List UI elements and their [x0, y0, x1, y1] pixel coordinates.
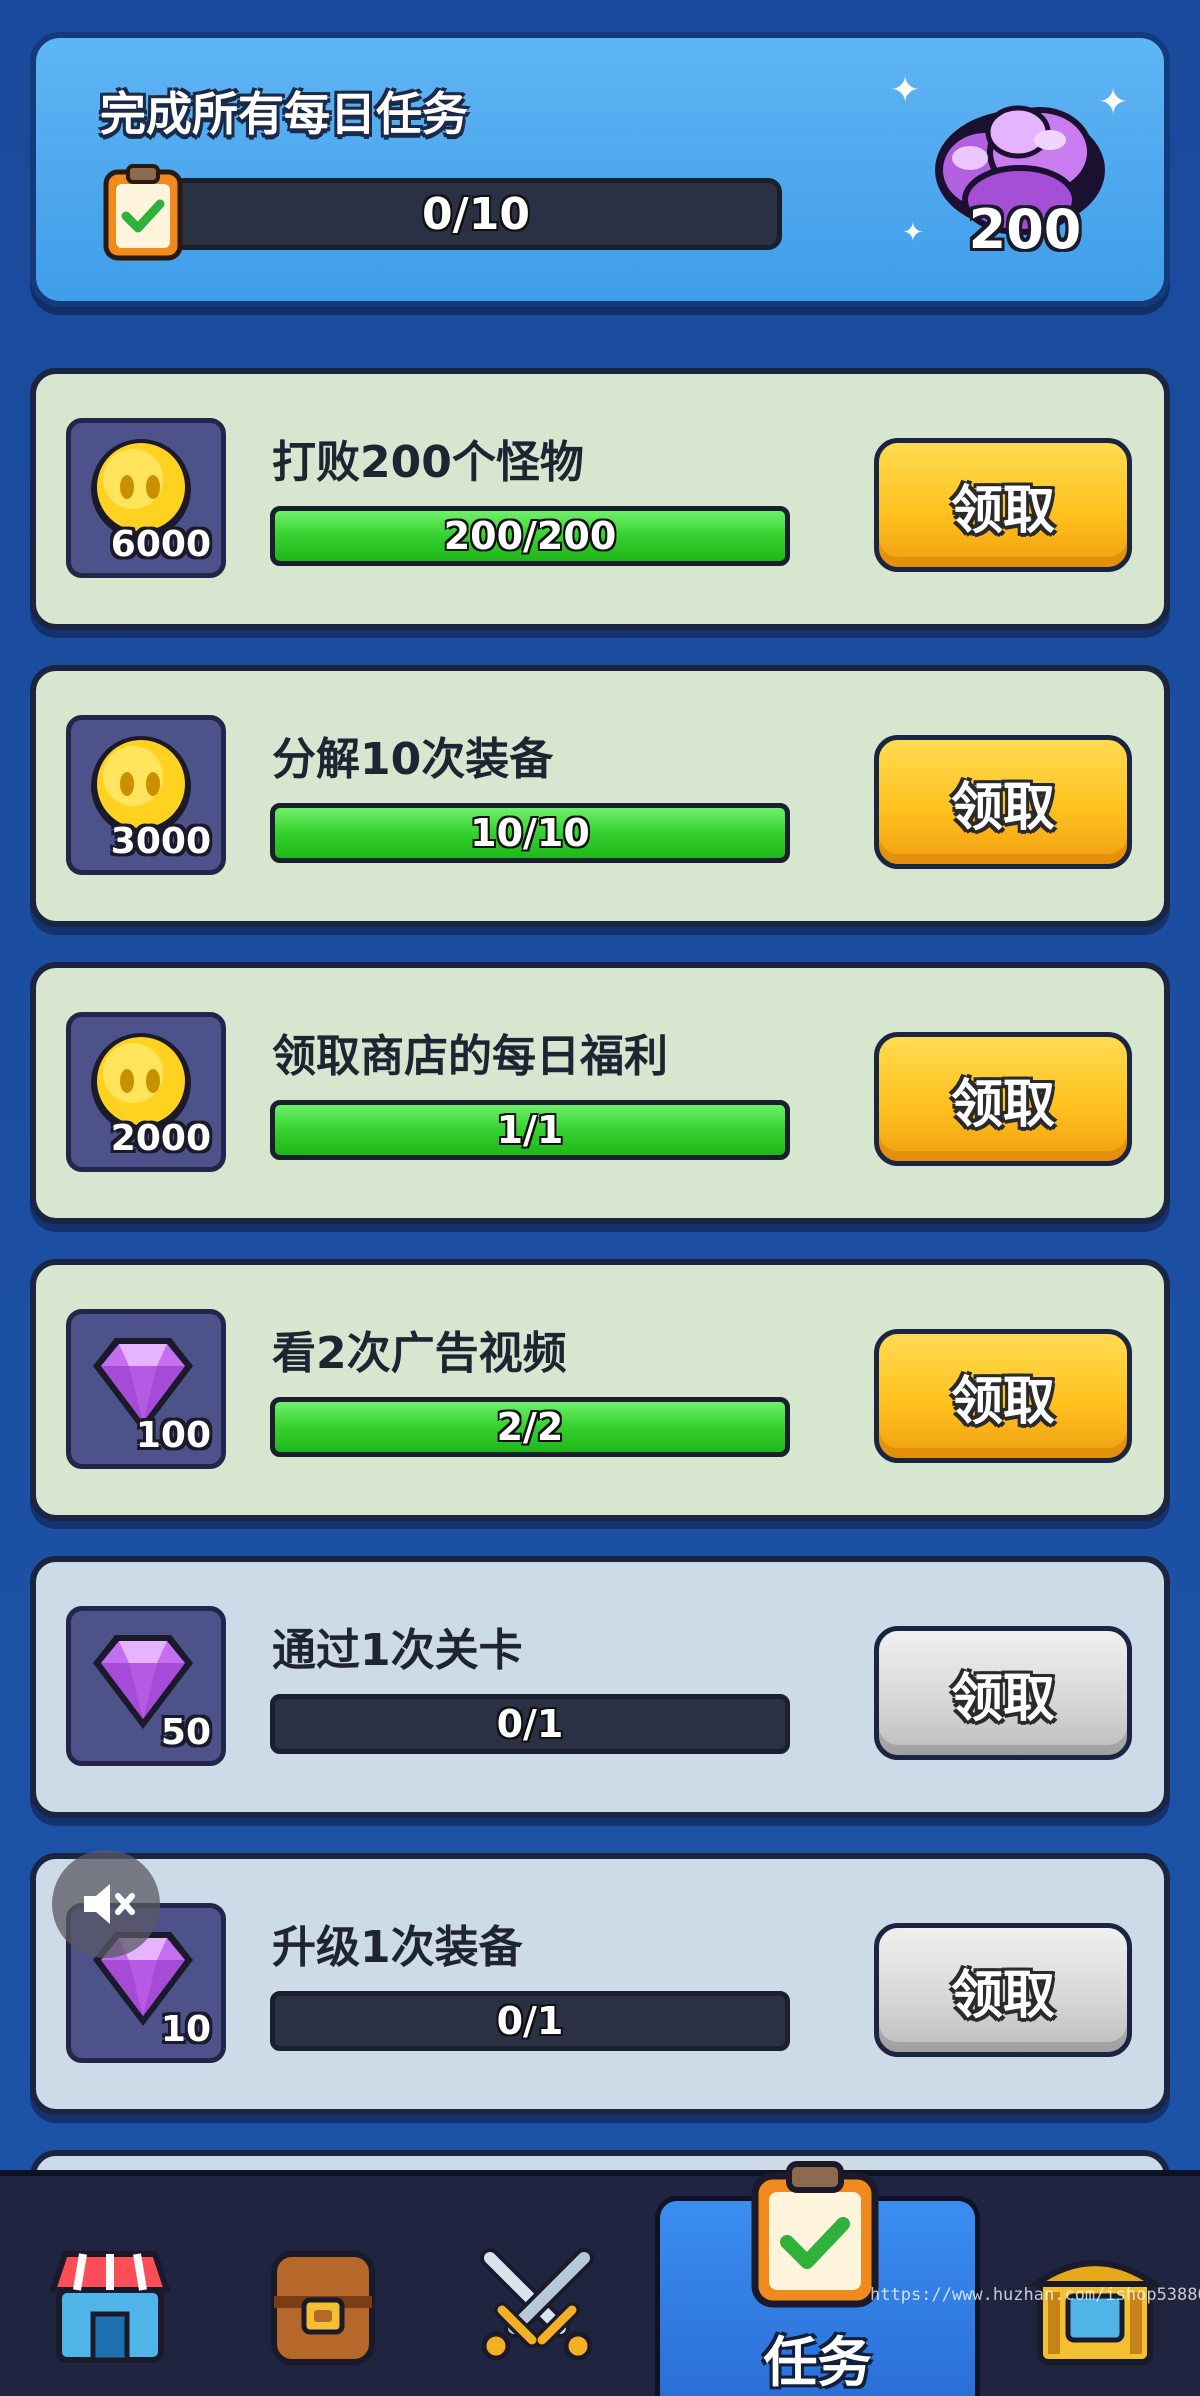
task-title: 领取商店的每日福利 [272, 1031, 668, 1082]
task-reward-amount: 2000 [110, 1118, 211, 1159]
claim-reward-button[interactable]: 领取 [874, 438, 1132, 572]
task-progress-text: 0/1 [496, 1702, 564, 1746]
nav-tab-tasks-label: 任务 [763, 2331, 872, 2394]
treasure-hall-icon[interactable] [1030, 2240, 1160, 2370]
task-card: 2000 领取商店的每日福利 1/1 领取 [30, 962, 1170, 1224]
task-reward-amount: 6000 [110, 524, 211, 565]
task-title: 打败200个怪物 [272, 437, 584, 488]
task-reward-amount: 3000 [110, 821, 211, 862]
sparkle-icon: ✦ [902, 218, 924, 248]
daily-all-tasks-title: 完成所有每日任务 [100, 87, 468, 141]
task-progress-text: 10/10 [470, 811, 590, 855]
claim-reward-button[interactable]: 领取 [874, 735, 1132, 869]
claim-reward-button[interactable]: 领取 [874, 1329, 1132, 1463]
task-progress-text: 0/1 [496, 1999, 564, 2043]
task-progress-text: 1/1 [496, 1108, 564, 1152]
daily-all-tasks-reward-amount: 200 [968, 198, 1082, 261]
daily-all-tasks-progress-bar: 0/10 [170, 178, 782, 250]
backpack-icon[interactable] [258, 2240, 388, 2370]
task-card: 100 看2次广告视频 2/2 领取 [30, 1259, 1170, 1521]
task-progress-text: 200/200 [443, 514, 617, 558]
task-card: 50 通过1次关卡 0/1 领取 [30, 1556, 1170, 1818]
battle-swords-icon[interactable] [472, 2240, 602, 2370]
task-progress-bar: 200/200 [270, 506, 790, 566]
task-reward-amount: 10 [160, 2009, 211, 2050]
watermark-text: https://www.huzhan.com/ishop53880 [870, 2285, 1200, 2305]
task-progress-bar: 0/1 [270, 1694, 790, 1754]
task-progress-text: 2/2 [496, 1405, 564, 1449]
task-progress-bar: 1/1 [270, 1100, 790, 1160]
tasks-clipboard-icon [751, 2161, 879, 2308]
claim-reward-button[interactable]: 领取 [874, 1626, 1132, 1760]
task-reward-amount: 100 [135, 1415, 211, 1456]
task-title: 升级1次装备 [272, 1922, 523, 1973]
task-progress-bar: 2/2 [270, 1397, 790, 1457]
clipboard-check-icon [103, 164, 183, 261]
daily-all-tasks-progress-text: 0/10 [422, 188, 530, 240]
sparkle-icon: ✦ [1098, 82, 1129, 123]
task-reward-amount: 50 [160, 1712, 211, 1753]
task-reward-box: 2000 [66, 1012, 226, 1172]
task-reward-box: 6000 [66, 418, 226, 578]
sparkle-icon: ✦ [890, 70, 921, 111]
claim-reward-button[interactable]: 领取 [874, 1923, 1132, 2057]
task-card: 10 升级1次装备 0/1 领取 [30, 1853, 1170, 2115]
shop-icon[interactable] [45, 2240, 175, 2370]
task-reward-box: 50 [66, 1606, 226, 1766]
muted-speaker-icon [84, 1884, 135, 1924]
task-reward-box: 100 [66, 1309, 226, 1469]
task-card: 6000 打败200个怪物 200/200 领取 [30, 368, 1170, 630]
mute-toggle-button[interactable] [52, 1850, 160, 1958]
claim-reward-button[interactable]: 领取 [874, 1032, 1132, 1166]
task-progress-bar: 10/10 [270, 803, 790, 863]
task-reward-box: 3000 [66, 715, 226, 875]
task-title: 分解10次装备 [272, 734, 554, 785]
task-title: 通过1次关卡 [272, 1625, 523, 1676]
task-progress-bar: 0/1 [270, 1991, 790, 2051]
task-title: 看2次广告视频 [272, 1328, 567, 1379]
task-card: 3000 分解10次装备 10/10 领取 [30, 665, 1170, 927]
